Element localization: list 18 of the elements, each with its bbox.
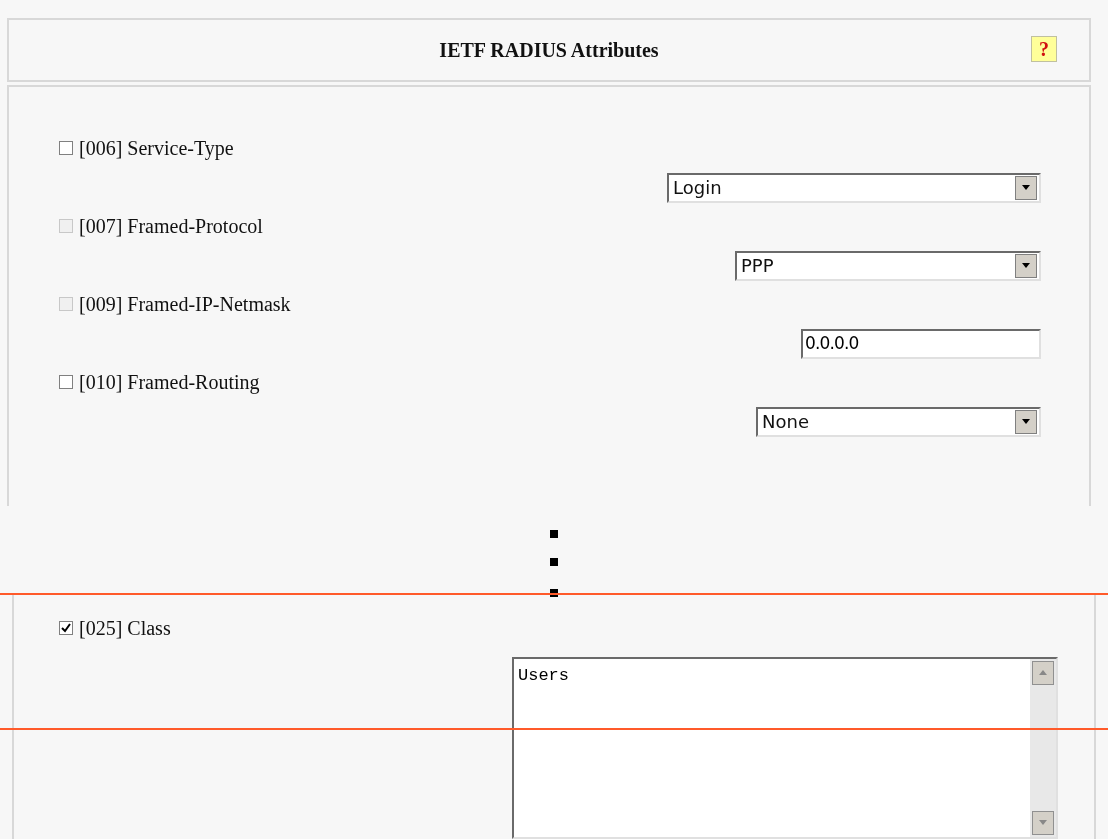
scroll-up-arrow-icon[interactable] xyxy=(1039,670,1047,676)
checkmark-icon xyxy=(61,623,71,633)
checkbox[interactable] xyxy=(59,140,73,155)
attribute-label: [025] Class xyxy=(79,616,171,641)
vertical-ellipsis-icon xyxy=(550,530,558,597)
attribute-label: [007] Framed-Protocol xyxy=(79,213,263,239)
attribute-label: [010] Framed-Routing xyxy=(79,369,260,396)
checkbox[interactable] xyxy=(59,621,73,635)
panel-title: IETF RADIUS Attributes xyxy=(439,37,659,63)
scrollbar[interactable] xyxy=(1030,659,1056,837)
textarea-field[interactable]: Users xyxy=(512,657,1058,839)
attribute-label: [009] Framed-IP-Netmask xyxy=(79,291,291,317)
dropdown-select[interactable]: Login xyxy=(667,172,1041,203)
scroll-down-arrow-icon[interactable] xyxy=(1039,820,1047,826)
checkbox[interactable] xyxy=(59,374,73,389)
dropdown-select[interactable]: None xyxy=(756,406,1041,437)
help-button[interactable]: ? xyxy=(1031,36,1057,62)
attribute-label: [006] Service-Type xyxy=(79,135,234,162)
